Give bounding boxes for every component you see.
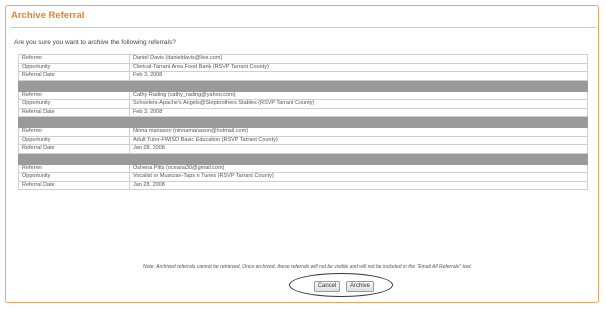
table-row: Referral Date Feb 3, 2008: [18, 71, 588, 81]
opportunity-label: Opportunity: [18, 135, 130, 145]
table-row: Referrer Ninna manason (ninnamanason@hot…: [18, 127, 588, 137]
referral-date-label: Referral Date: [18, 71, 130, 81]
referrals-table: Referrer Daniel Davis (danieldavis@live.…: [18, 54, 588, 190]
opportunity-label: Opportunity: [18, 99, 130, 109]
referrer-label: Referrer: [18, 54, 130, 64]
referral-date-value: Feb 3, 2008: [129, 107, 588, 117]
opportunity-value: Adult Tutor-FWISD Basic Education (RSVP …: [129, 135, 588, 145]
referrer-value: Daniel Davis (danieldavis@live.com): [129, 54, 588, 64]
referrer-label: Referrer: [18, 163, 130, 173]
referrer-value: Oshena Pitts (oceana30@gmail.com): [129, 163, 588, 173]
referral-date-label: Referral Date: [18, 180, 130, 190]
opportunity-value: Schoolers-Apache's Angels@Stepbrothers S…: [129, 99, 588, 109]
opportunity-label: Opportunity: [18, 172, 130, 182]
opportunity-value: Clerical-Tarrant Area Food Bank (RSVP Ta…: [129, 62, 588, 72]
referral-date-value: Jan 28, 2008: [129, 144, 588, 154]
row-separator: [18, 152, 588, 165]
referral-date-label: Referral Date: [18, 144, 130, 154]
table-row: Opportunity Adult Tutor-FWISD Basic Educ…: [18, 135, 588, 145]
panel-title: Archive Referral: [11, 10, 85, 21]
table-row: Referrer Oshena Pitts (oceana30@gmail.co…: [18, 163, 588, 173]
opportunity-label: Opportunity: [18, 62, 130, 72]
row-separator: [18, 79, 588, 92]
archive-button[interactable]: Archive: [346, 281, 374, 292]
referrer-value: Cathy Rading (cathy_rading@yahoo.com): [129, 90, 588, 100]
opportunity-value: Vocalist or Musician-Taps n Tunes (RSVP …: [129, 172, 588, 182]
table-row: Referral Date Jan 28, 2008: [18, 180, 588, 190]
referral-date-value: Feb 3, 2008: [129, 71, 588, 81]
table-row: Referral Date Feb 3, 2008: [18, 107, 588, 117]
table-row: Opportunity Schoolers-Apache's Angels@St…: [18, 99, 588, 109]
table-row: Opportunity Clerical-Tarrant Area Food B…: [18, 62, 588, 72]
row-separator: [18, 116, 588, 128]
confirmation-question: Are you sure you want to archive the fol…: [14, 39, 176, 46]
table-row: Referrer Daniel Davis (danieldavis@live.…: [18, 54, 588, 64]
table-row: Opportunity Vocalist or Musician-Taps n …: [18, 172, 588, 182]
panel-header: Archive Referral: [10, 9, 596, 28]
referrer-label: Referrer: [18, 127, 130, 137]
cancel-button[interactable]: Cancel: [314, 281, 340, 292]
referral-date-label: Referral Date: [18, 107, 130, 117]
table-row: Referrer Cathy Rading (cathy_rading@yaho…: [18, 90, 588, 100]
button-highlight-circle: [289, 273, 393, 297]
referrer-value: Ninna manason (ninnamanason@hotmail.com): [129, 127, 588, 137]
referrer-label: Referrer: [18, 90, 130, 100]
referral-date-value: Jan 28, 2008: [129, 180, 588, 190]
archive-note: Note: Archived referrals cannot be retri…: [143, 264, 472, 270]
table-row: Referral Date Jan 28, 2008: [18, 144, 588, 154]
